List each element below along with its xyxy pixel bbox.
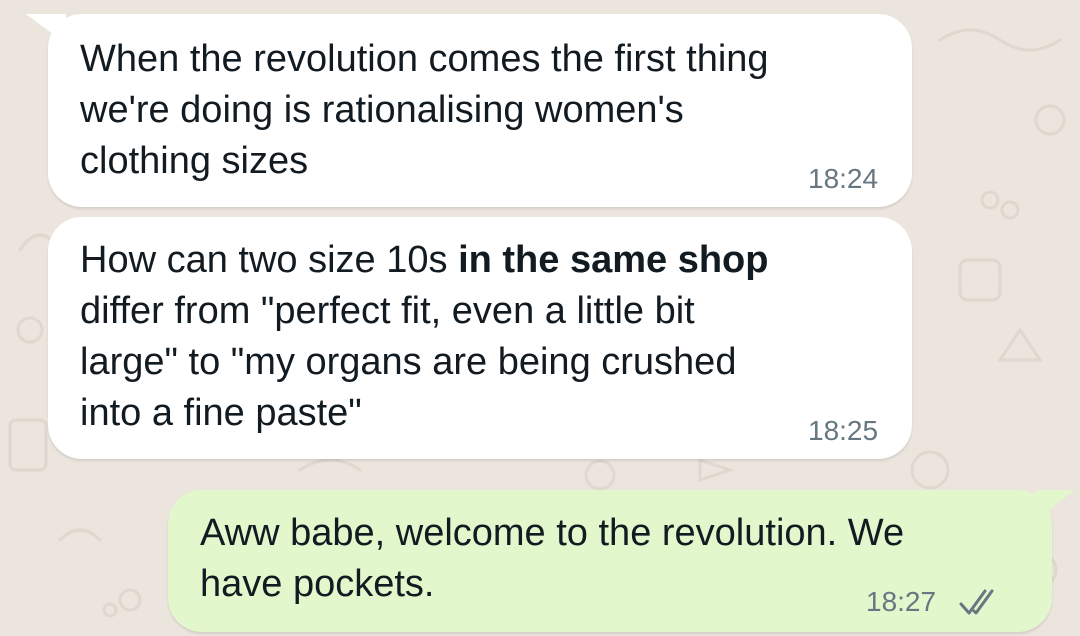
message-timestamp: 18:27 — [866, 586, 937, 617]
message-text-bold: in the same shop — [458, 239, 769, 281]
message-text-part: differ from "perfect fit, even a little … — [80, 290, 737, 434]
incoming-message-bubble[interactable]: When the revolution comes the first thin… — [48, 14, 912, 207]
incoming-message-bubble[interactable]: How can two size 10s in the same shop di… — [48, 217, 912, 459]
message-text: How can two size 10s in the same shop di… — [80, 235, 880, 439]
outgoing-message-bubble[interactable]: Aww babe, welcome to the revolution. We … — [168, 490, 1052, 632]
message-text-part: How can two size 10s — [80, 239, 459, 281]
message-timestamp: 18:24 — [808, 163, 879, 194]
message-timestamp: 18:25 — [808, 415, 879, 446]
double-check-read-icon — [959, 589, 994, 615]
message-text: When the revolution comes the first thin… — [80, 38, 769, 182]
